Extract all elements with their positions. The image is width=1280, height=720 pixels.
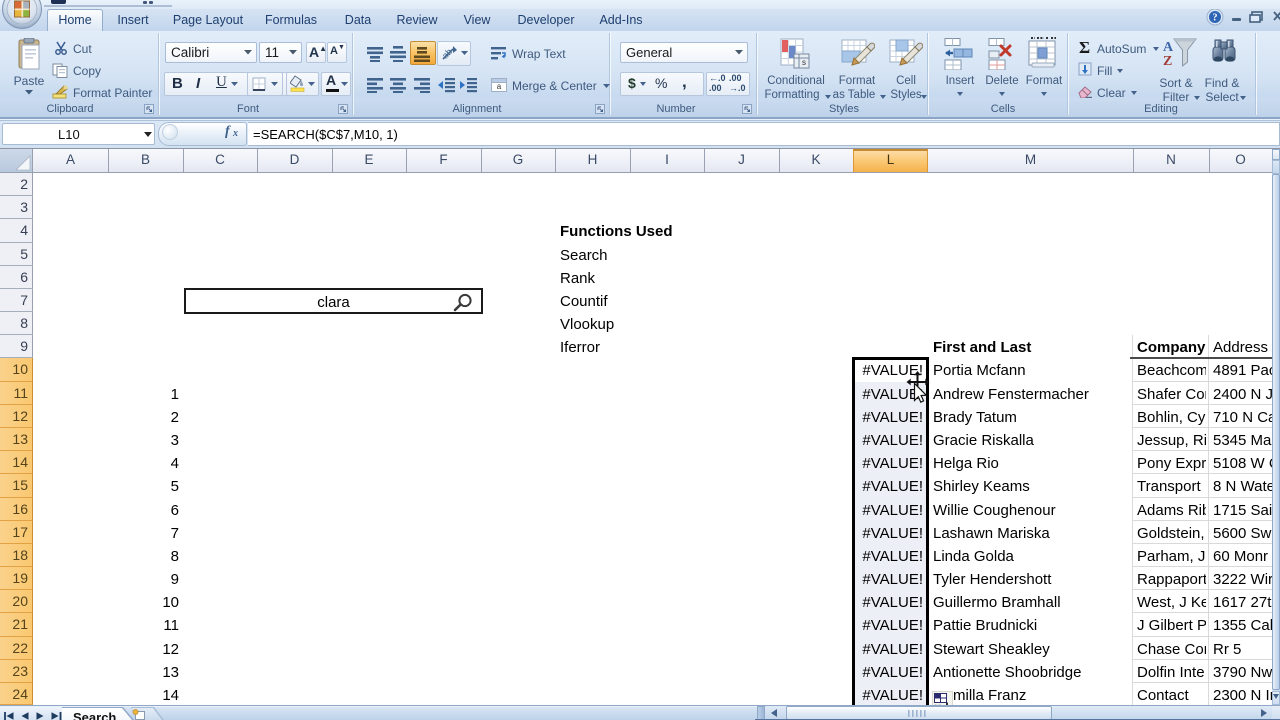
svg-text:s: s [802,58,806,67]
svg-text:Z: Z [1163,54,1172,69]
svg-text:A: A [1163,40,1174,55]
svg-text:a: a [497,82,502,91]
svg-text:?: ? [1213,13,1218,24]
